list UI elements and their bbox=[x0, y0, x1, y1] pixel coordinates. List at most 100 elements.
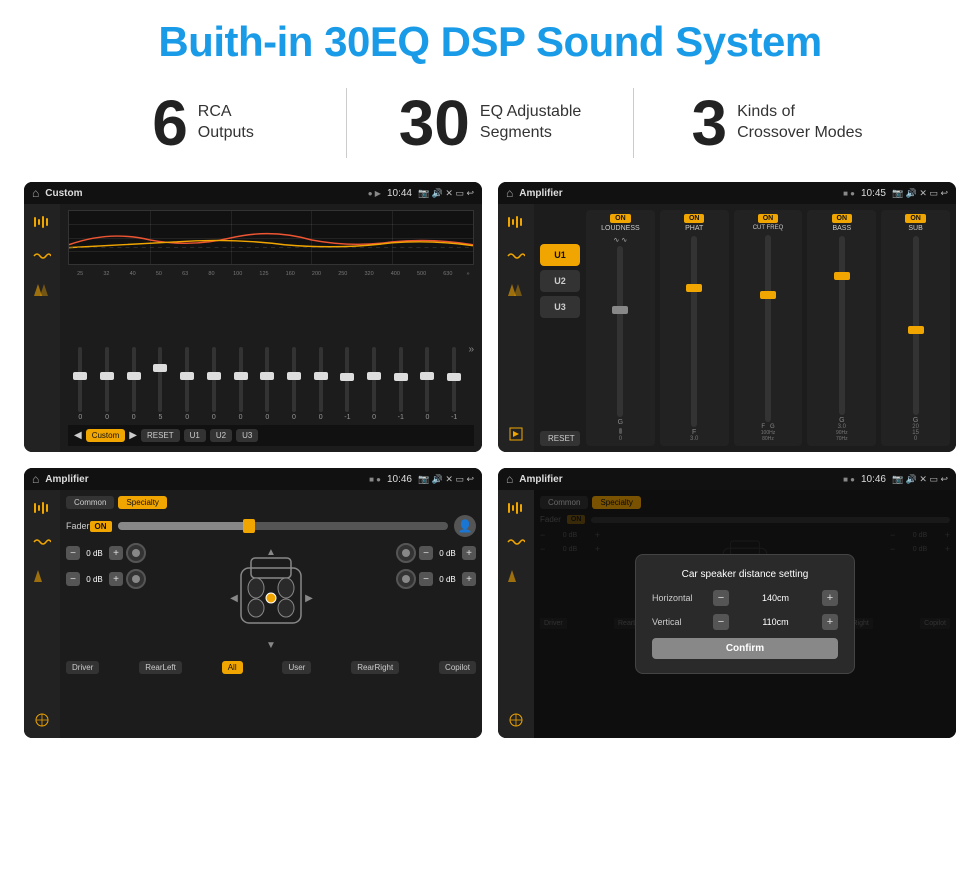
sidebar-icon-amp4[interactable] bbox=[503, 424, 529, 444]
stat-number-rca: 6 bbox=[152, 91, 188, 155]
fader-tab-specialty[interactable]: Specialty bbox=[118, 496, 166, 509]
fader-minus-3[interactable]: − bbox=[419, 546, 433, 560]
sidebar-icon-amp2[interactable] bbox=[503, 246, 529, 266]
screen-content-dialog: Common Specialty Fader ON − 0 dB + bbox=[498, 490, 956, 738]
btn-rearright[interactable]: RearRight bbox=[351, 661, 399, 674]
eq-prev-btn[interactable]: ◀ bbox=[74, 430, 82, 441]
eq-slider-5[interactable]: 0 bbox=[175, 347, 200, 421]
amp-slider-bass[interactable] bbox=[839, 236, 845, 415]
btn-driver[interactable]: Driver bbox=[66, 661, 99, 674]
amp-reset-btn[interactable]: RESET bbox=[540, 431, 580, 446]
sidebar-icon-eq3[interactable] bbox=[29, 280, 55, 300]
fader-bottom-btns: Driver RearLeft All User RearRight Copil… bbox=[66, 661, 476, 674]
eq-slider-4[interactable]: 5 bbox=[148, 347, 173, 421]
amp-preset-u3[interactable]: U3 bbox=[540, 296, 580, 318]
time-fader: 10:46 bbox=[387, 474, 412, 485]
sidebar-icon-dialog4[interactable] bbox=[503, 710, 529, 730]
sidebar-fader bbox=[24, 490, 60, 738]
eq-slider-13[interactable]: -1 bbox=[388, 347, 413, 421]
fader-main: Common Specialty Fader ON 👤 bbox=[60, 490, 482, 738]
eq-slider-12[interactable]: 0 bbox=[362, 347, 387, 421]
amp-preset-u2[interactable]: U2 bbox=[540, 270, 580, 292]
eq-slider-10[interactable]: 0 bbox=[308, 347, 333, 421]
dialog-bg-content: Common Specialty Fader ON − 0 dB + bbox=[534, 490, 956, 738]
fader-plus-1[interactable]: + bbox=[109, 546, 123, 560]
eq-slider-1[interactable]: 0 bbox=[68, 347, 93, 421]
home-icon-dialog[interactable]: ⌂ bbox=[506, 472, 513, 486]
eq-slider-11[interactable]: -1 bbox=[335, 347, 360, 421]
amp-presets: U1 U2 U3 RESET bbox=[540, 210, 580, 446]
fader-on-btn[interactable]: ON bbox=[90, 521, 112, 532]
home-icon-fader[interactable]: ⌂ bbox=[32, 472, 39, 486]
fader-minus-2[interactable]: − bbox=[66, 572, 80, 586]
dialog-minus-horizontal[interactable]: − bbox=[713, 590, 729, 606]
eq-slider-14[interactable]: 0 bbox=[415, 347, 440, 421]
eq-slider-7[interactable]: 0 bbox=[228, 347, 253, 421]
eq-slider-8[interactable]: 0 bbox=[255, 347, 280, 421]
amp-channels: ON LOUDNESS ∿ ∿ G 0 ON bbox=[586, 210, 950, 446]
sidebar-dialog bbox=[498, 490, 534, 738]
home-icon-eq[interactable]: ⌂ bbox=[32, 186, 39, 200]
sidebar-icon-amp3[interactable] bbox=[503, 280, 529, 300]
eq-slider-9[interactable]: 0 bbox=[282, 347, 307, 421]
fader-tab-common[interactable]: Common bbox=[66, 496, 114, 509]
eq-reset-btn[interactable]: RESET bbox=[141, 429, 180, 442]
fader-plus-2[interactable]: + bbox=[109, 572, 123, 586]
dialog-val-vertical: 110cm bbox=[733, 617, 818, 627]
stat-label-crossover-1: Kinds of bbox=[737, 102, 862, 123]
status-bar-eq: ⌂ Custom ● ▶ 10:44 📷 🔊 ✕ ▭ ↩ bbox=[24, 182, 482, 204]
dialog-plus-vertical[interactable]: + bbox=[822, 614, 838, 630]
amp-ch-toggle-bass[interactable]: ON bbox=[832, 214, 853, 223]
fader-val-3: 0 dB bbox=[436, 549, 459, 558]
dialog-minus-vertical[interactable]: − bbox=[713, 614, 729, 630]
sidebar-icon-fader2[interactable] bbox=[29, 532, 55, 552]
eq-preset-label: Custom bbox=[86, 429, 126, 442]
eq-slider-3[interactable]: 0 bbox=[121, 347, 146, 421]
amp-preset-u1[interactable]: U1 bbox=[540, 244, 580, 266]
eq-slider-6[interactable]: 0 bbox=[202, 347, 227, 421]
page-header: Buith-in 30EQ DSP Sound System bbox=[0, 0, 980, 76]
sidebar-icon-eq2[interactable] bbox=[29, 246, 55, 266]
status-bar-dialog: ⌂ Amplifier ■ ● 10:46 📷 🔊 ✕ ▭ ↩ bbox=[498, 468, 956, 490]
btn-rearleft[interactable]: RearLeft bbox=[139, 661, 182, 674]
sidebar-icon-dialog1[interactable] bbox=[503, 498, 529, 518]
amp-slider-phat[interactable] bbox=[691, 236, 697, 427]
amp-ch-toggle-sub[interactable]: ON bbox=[905, 214, 926, 223]
sidebar-icon-amp1[interactable] bbox=[503, 212, 529, 232]
btn-copilot[interactable]: Copilot bbox=[439, 661, 476, 674]
fader-bar[interactable] bbox=[118, 522, 448, 530]
amp-slider-loudness[interactable] bbox=[617, 246, 623, 417]
fader-minus-4[interactable]: − bbox=[419, 572, 433, 586]
amp-slider-sub[interactable] bbox=[913, 236, 919, 415]
sidebar-icon-eq[interactable] bbox=[29, 212, 55, 232]
dialog-row-horizontal: Horizontal − 140cm + bbox=[652, 590, 838, 606]
eq-slider-2[interactable]: 0 bbox=[95, 347, 120, 421]
sidebar-icon-fader1[interactable] bbox=[29, 498, 55, 518]
dialog-plus-horizontal[interactable]: + bbox=[822, 590, 838, 606]
sidebar-icon-fader3[interactable] bbox=[29, 566, 55, 586]
amp-channel-sub: ON SUB G 20 15 0 bbox=[881, 210, 950, 446]
eq-u3-btn[interactable]: U3 bbox=[236, 429, 258, 442]
dialog-confirm-btn[interactable]: Confirm bbox=[652, 638, 838, 659]
fader-val-1: 0 dB bbox=[83, 549, 106, 558]
fader-plus-3[interactable]: + bbox=[462, 546, 476, 560]
home-icon-amp[interactable]: ⌂ bbox=[506, 186, 513, 200]
btn-all[interactable]: All bbox=[222, 661, 243, 674]
eq-u1-btn[interactable]: U1 bbox=[184, 429, 206, 442]
amp-slider-cutfreq[interactable] bbox=[765, 235, 771, 422]
fader-plus-4[interactable]: + bbox=[462, 572, 476, 586]
fader-minus-1[interactable]: − bbox=[66, 546, 80, 560]
eq-next-btn[interactable]: ▶ bbox=[129, 430, 137, 441]
eq-u2-btn[interactable]: U2 bbox=[210, 429, 232, 442]
amp-ch-toggle-cutfreq[interactable]: ON bbox=[758, 214, 779, 223]
btn-user[interactable]: User bbox=[282, 661, 311, 674]
stat-number-crossover: 3 bbox=[692, 91, 728, 155]
sidebar-icon-fader4[interactable] bbox=[29, 710, 55, 730]
amp-ch-toggle-loudness[interactable]: ON bbox=[610, 214, 631, 223]
dialog-ctrl-vertical: − 110cm + bbox=[713, 614, 838, 630]
user-icon[interactable]: 👤 bbox=[454, 515, 476, 537]
amp-ch-toggle-phat[interactable]: ON bbox=[684, 214, 705, 223]
eq-slider-15[interactable]: -1 bbox=[442, 347, 467, 421]
sidebar-icon-dialog2[interactable] bbox=[503, 532, 529, 552]
sidebar-icon-dialog3[interactable] bbox=[503, 566, 529, 586]
